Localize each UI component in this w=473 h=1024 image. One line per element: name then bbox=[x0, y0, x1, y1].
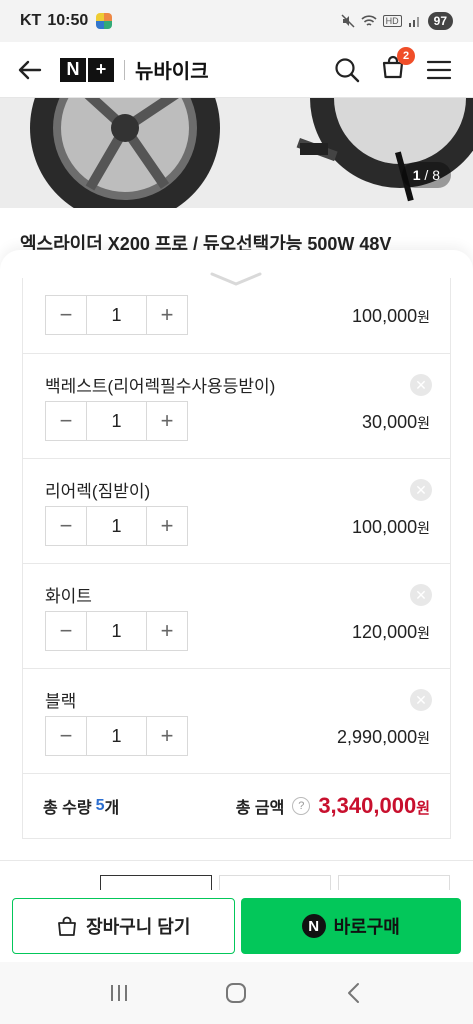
signal-icon bbox=[408, 17, 419, 27]
decrease-button[interactable]: − bbox=[46, 507, 86, 545]
selected-option-row: 백레스트(리어렉필수사용등받이) ✕ − 1 + 30,000원 bbox=[23, 354, 450, 459]
product-tabs-peek bbox=[0, 860, 473, 895]
decrease-button[interactable]: − bbox=[46, 296, 86, 334]
image-counter: 1 / 8 bbox=[401, 162, 451, 188]
wifi-icon bbox=[361, 15, 377, 26]
app-notification-icon bbox=[96, 13, 113, 29]
quantity-value[interactable]: 1 bbox=[86, 717, 147, 755]
decrease-button[interactable]: − bbox=[46, 717, 86, 755]
increase-button[interactable]: + bbox=[147, 402, 187, 440]
app-header: N + 뉴바이크 2 bbox=[0, 42, 473, 98]
option-bottom-sheet: − 1 + 100,000원 백레스트(리어렉필수사용등받이) ✕ − 1 + … bbox=[0, 250, 473, 890]
quantity-value[interactable]: 1 bbox=[86, 612, 147, 650]
buy-now-button[interactable]: N 바로구매 bbox=[240, 898, 461, 954]
remove-option-icon[interactable]: ✕ bbox=[410, 584, 432, 606]
logo-n: N bbox=[60, 57, 86, 82]
total-amount-label: 총 금액 bbox=[235, 800, 285, 817]
selected-option-row: 블랙 ✕ − 1 + 2,990,000원 bbox=[23, 669, 450, 774]
selected-option-row: − 1 + 100,000원 bbox=[23, 278, 450, 354]
selected-option-row: 리어렉(짐받이) ✕ − 1 + 100,000원 bbox=[23, 459, 450, 564]
carrier-label: KT bbox=[20, 12, 42, 29]
option-name: 리어렉(짐받이) bbox=[45, 482, 151, 501]
logo-divider bbox=[124, 59, 125, 80]
product-image-carousel[interactable]: 1 / 8 bbox=[0, 98, 473, 208]
option-price: 100,000원 bbox=[352, 517, 430, 537]
quantity-value[interactable]: 1 bbox=[86, 507, 147, 545]
option-price: 100,000원 bbox=[352, 306, 430, 326]
total-quantity-unit: 개 bbox=[104, 800, 120, 817]
total-quantity-label: 총 수량 bbox=[43, 800, 92, 817]
option-price: 120,000원 bbox=[352, 622, 430, 642]
add-to-cart-label: 장바구니 담기 bbox=[86, 917, 191, 937]
mute-icon bbox=[341, 14, 355, 28]
remove-option-icon[interactable]: ✕ bbox=[410, 479, 432, 501]
decrease-button[interactable]: − bbox=[46, 612, 86, 650]
option-name: 백레스트(리어렉필수사용등받이) bbox=[45, 377, 276, 396]
system-back-icon[interactable] bbox=[343, 982, 365, 1004]
brand-logo[interactable]: N + bbox=[60, 57, 114, 82]
increase-button[interactable]: + bbox=[147, 717, 187, 755]
quantity-stepper: − 1 + bbox=[45, 401, 188, 441]
quantity-value[interactable]: 1 bbox=[86, 296, 147, 334]
increase-button[interactable]: + bbox=[147, 296, 187, 334]
quantity-stepper: − 1 + bbox=[45, 506, 188, 546]
quantity-stepper: − 1 + bbox=[45, 295, 188, 335]
search-icon[interactable] bbox=[333, 56, 361, 84]
quantity-stepper: − 1 + bbox=[45, 716, 188, 756]
back-arrow-icon[interactable] bbox=[16, 56, 44, 84]
home-icon[interactable] bbox=[225, 982, 247, 1004]
help-icon[interactable]: ? bbox=[292, 797, 311, 815]
header-actions: 2 bbox=[333, 47, 453, 86]
cart-button[interactable]: 2 bbox=[379, 47, 415, 86]
shopping-bag-icon bbox=[56, 915, 78, 937]
option-name: 블랙 bbox=[45, 692, 77, 711]
logo-plus: + bbox=[88, 57, 114, 82]
selected-option-row: 화이트 ✕ − 1 + 120,000원 bbox=[23, 564, 450, 669]
total-quantity-value: 5 bbox=[95, 797, 105, 814]
increase-button[interactable]: + bbox=[147, 507, 187, 545]
status-icons: HD 97 bbox=[341, 12, 453, 30]
remove-option-icon[interactable]: ✕ bbox=[410, 689, 432, 711]
hamburger-menu-icon[interactable] bbox=[425, 56, 453, 84]
selected-options-list: − 1 + 100,000원 백레스트(리어렉필수사용등받이) ✕ − 1 + … bbox=[22, 278, 451, 839]
battery-indicator: 97 bbox=[427, 12, 453, 30]
add-to-cart-button[interactable]: 장바구니 담기 bbox=[12, 898, 235, 954]
remove-option-icon[interactable]: ✕ bbox=[410, 374, 432, 396]
option-price: 30,000원 bbox=[362, 412, 430, 432]
increase-button[interactable]: + bbox=[147, 612, 187, 650]
store-name[interactable]: 뉴바이크 bbox=[135, 55, 209, 84]
bike-photo bbox=[30, 98, 473, 208]
option-name: 화이트 bbox=[45, 587, 92, 606]
option-price: 2,990,000원 bbox=[337, 727, 430, 747]
total-amount: 3,340,000원 bbox=[318, 793, 430, 818]
clock: 10:50 bbox=[47, 12, 89, 29]
hd-icon: HD bbox=[382, 15, 402, 27]
cart-count-badge: 2 bbox=[397, 47, 415, 65]
status-bar: KT 10:50 HD 97 bbox=[0, 0, 473, 42]
system-nav-bar bbox=[0, 962, 473, 1024]
buy-now-label: 바로구매 bbox=[333, 917, 400, 937]
order-summary: 총 수량 5 개 총 금액 ? 3,340,000원 bbox=[23, 774, 450, 838]
purchase-action-bar: 장바구니 담기 N 바로구매 bbox=[0, 890, 473, 962]
naver-pay-icon: N bbox=[301, 914, 326, 938]
decrease-button[interactable]: − bbox=[46, 402, 86, 440]
quantity-value[interactable]: 1 bbox=[86, 402, 147, 440]
quantity-stepper: − 1 + bbox=[45, 611, 188, 651]
recent-apps-icon[interactable] bbox=[108, 983, 130, 1003]
